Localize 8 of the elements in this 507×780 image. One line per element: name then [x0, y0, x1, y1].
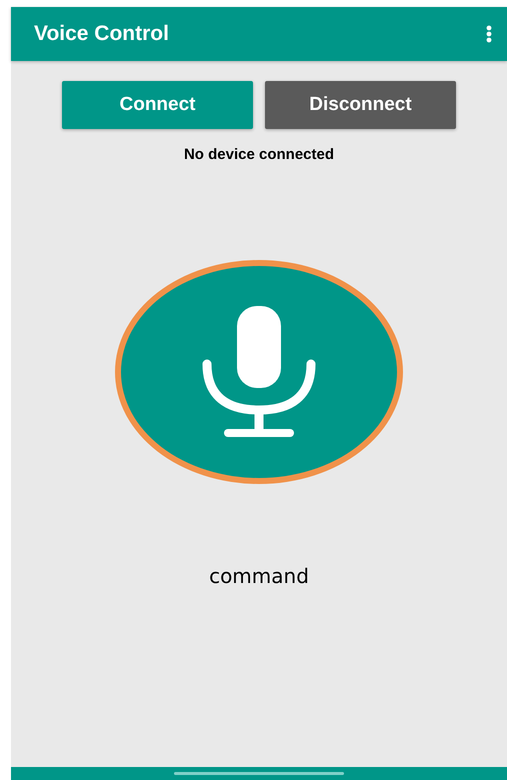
connection-status: No device connected [184, 146, 334, 163]
command-text: command [209, 564, 309, 588]
microphone-icon [202, 306, 316, 438]
app-title: Voice Control [34, 22, 169, 46]
home-handle[interactable] [174, 772, 344, 775]
disconnect-button[interactable]: Disconnect [265, 81, 456, 129]
connect-button[interactable]: Connect [62, 81, 253, 129]
more-vertical-icon [486, 25, 492, 43]
